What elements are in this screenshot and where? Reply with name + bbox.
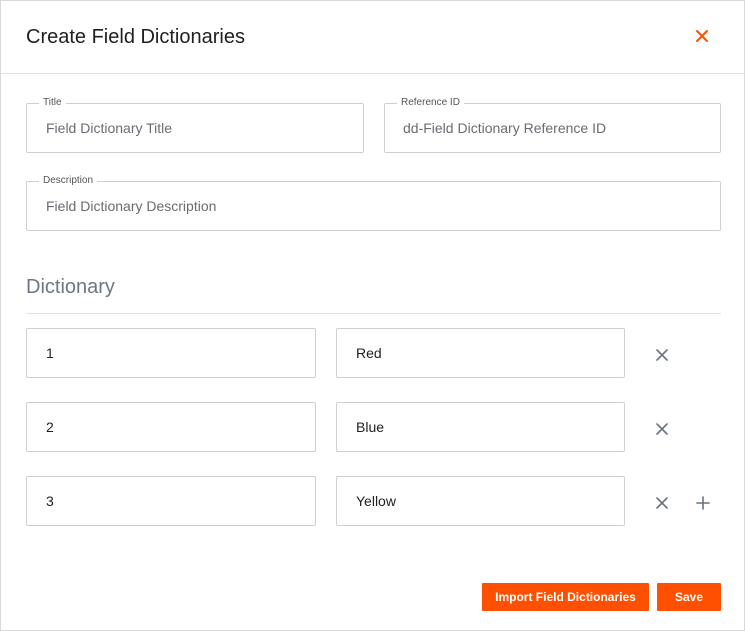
plus-icon (696, 495, 710, 515)
dictionary-value-input[interactable]: Blue (336, 402, 625, 452)
close-button[interactable] (689, 27, 715, 49)
title-field[interactable]: Title Field Dictionary Title (26, 97, 364, 153)
add-row-button[interactable] (692, 494, 714, 516)
remove-icon (656, 496, 668, 514)
remove-icon (656, 422, 668, 440)
dialog-title: Create Field Dictionaries (26, 26, 245, 48)
create-field-dictionaries-dialog: Create Field Dictionaries Title Field Di… (0, 0, 745, 631)
remove-icon (656, 348, 668, 366)
remove-row-button[interactable] (651, 420, 673, 442)
section-divider (26, 313, 721, 314)
dictionary-value-input[interactable]: Red (336, 328, 625, 378)
reference-id-field[interactable]: Reference ID dd-Field Dictionary Referen… (384, 97, 721, 153)
reference-id-field-placeholder: dd-Field Dictionary Reference ID (403, 120, 607, 136)
save-button[interactable]: Save (657, 583, 721, 611)
remove-row-button[interactable] (651, 346, 673, 368)
dictionary-key-input[interactable]: 3 (26, 476, 316, 526)
dictionary-key-input[interactable]: 2 (26, 402, 316, 452)
description-field-placeholder: Field Dictionary Description (46, 198, 217, 214)
description-field[interactable]: Description Field Dictionary Description (26, 175, 721, 231)
dictionary-value-input[interactable]: Yellow (336, 476, 625, 526)
dictionary-heading: Dictionary (26, 276, 115, 298)
import-field-dictionaries-button[interactable]: Import Field Dictionaries (482, 583, 649, 611)
remove-row-button[interactable] (651, 494, 673, 516)
dialog-header: Create Field Dictionaries (1, 1, 744, 74)
dictionary-key-input[interactable]: 1 (26, 328, 316, 378)
close-icon (695, 29, 709, 48)
title-field-placeholder: Field Dictionary Title (46, 120, 173, 136)
